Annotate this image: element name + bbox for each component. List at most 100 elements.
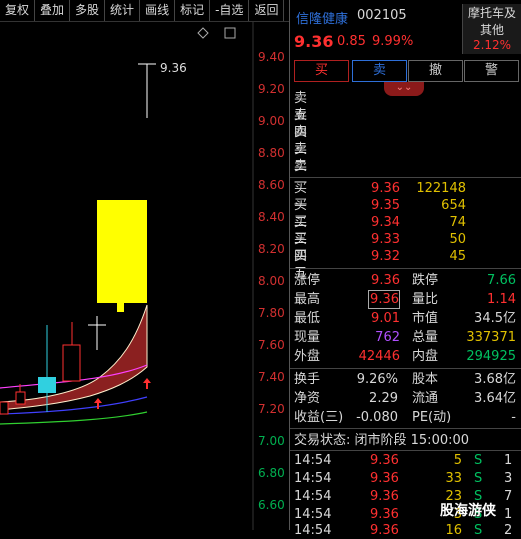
y-axis-label: 7.20 [258, 402, 285, 416]
y-axis-label: 9.00 [258, 114, 285, 128]
kline-chart[interactable]: 9.36 9.40 9.20 9.00 8.80 8.60 8.40 8.20 8.00 7.8… [0, 22, 289, 530]
tick-count: 7 [504, 489, 513, 504]
tick-count: 1 [504, 453, 513, 468]
divider [290, 268, 521, 269]
alert-button[interactable]: 警 [464, 60, 519, 82]
order-volume: 74 [449, 215, 466, 230]
watermark: 股海游侠 [440, 503, 496, 519]
market-cap-value: 34.5亿 [474, 311, 516, 326]
y-axis-label: 9.20 [258, 82, 285, 96]
kline-canvas [0, 22, 254, 530]
toolbar-button-draw[interactable]: 画线 [140, 0, 176, 21]
y-axis-label: 7.60 [258, 338, 285, 352]
y-axis-label: 8.60 [258, 178, 285, 192]
y-axis-label: 8.00 [258, 274, 285, 288]
tick-side: S [474, 471, 483, 486]
tick-time: 14:54 [294, 453, 332, 468]
tick-price: 9.36 [370, 453, 399, 468]
candle [0, 401, 9, 415]
divider [290, 428, 521, 429]
stat-label: 内盘 [412, 349, 439, 364]
volume-ratio-value: 1.14 [487, 292, 516, 307]
tick-count: 3 [504, 471, 513, 486]
stat-label: 量比 [412, 292, 439, 307]
order-volume: 45 [449, 249, 466, 264]
stat-label: 净资 [294, 391, 321, 406]
toolbar-button-fuquan[interactable]: 复权 [0, 0, 36, 21]
divider [290, 177, 521, 178]
y-axis-label: 8.40 [258, 210, 285, 224]
buy-button[interactable]: 买 [294, 60, 349, 82]
y-axis-label: 7.00 [258, 434, 285, 448]
chart-toolbar: 复权 叠加 多股 统计 画线 标记 -自选 返回 [0, 0, 289, 22]
tick-time: 14:54 [294, 507, 332, 522]
trade-status: 交易状态: 闭市阶段 15:00:00 [294, 433, 470, 448]
stat-label: 涨停 [294, 273, 321, 288]
current-price: 9.36 [294, 32, 334, 51]
order-price: 9.32 [371, 249, 400, 264]
diamond-icon [197, 27, 209, 39]
sector-name-line1: 摩托车及 [467, 6, 516, 20]
tick-price: 9.36 [370, 489, 399, 504]
stat-label: 换手 [294, 372, 321, 387]
tick-price: 9.36 [370, 523, 399, 538]
order-price: 9.33 [371, 232, 400, 247]
low-value: 9.01 [371, 311, 400, 326]
stock-name[interactable]: 信隆健康 [296, 8, 348, 27]
sell-button[interactable]: 卖 [352, 60, 407, 82]
divider [290, 368, 521, 369]
tick-side: S [474, 523, 483, 538]
sector-name-line2: 其他 [479, 23, 504, 37]
limit-up-value: 9.36 [371, 273, 400, 288]
order-volume: 50 [449, 232, 466, 247]
square-icon [224, 27, 236, 39]
toolbar-button-back[interactable]: 返回 [249, 0, 285, 21]
pe-value: - [511, 410, 516, 425]
y-axis-label: 7.40 [258, 370, 285, 384]
candle [62, 344, 81, 382]
y-axis-label: 9.40 [258, 50, 285, 64]
candle-tail [117, 303, 124, 312]
tick-time: 14:54 [294, 523, 332, 538]
stat-label: 现量 [294, 330, 321, 345]
limit-down-value: 7.66 [487, 273, 516, 288]
order-price: 9.35 [371, 198, 400, 213]
toolbar-button-stats[interactable]: 统计 [105, 0, 141, 21]
stat-label: 最低 [294, 311, 321, 326]
tick-row: 14:54 9.36 33 S 3 [294, 470, 519, 487]
up-arrow-icon [143, 378, 151, 389]
stat-label: 股本 [412, 372, 439, 387]
stat-label: 收益(三) [294, 410, 344, 425]
sector-change-percent: 2.12% [472, 38, 512, 52]
inner-volume-value: 294925 [466, 349, 516, 364]
toolbar-button-overlay[interactable]: 叠加 [35, 0, 71, 21]
tick-count: 2 [504, 523, 513, 538]
stat-label: 流通 [412, 391, 439, 406]
tick-price: 9.36 [370, 471, 399, 486]
tick-volume: 5 [453, 453, 462, 468]
toolbar-button-unwatch[interactable]: -自选 [210, 0, 250, 21]
tick-volume: 16 [445, 523, 462, 538]
high-value: 9.36 [368, 290, 400, 309]
stat-label: 外盘 [294, 349, 321, 364]
eps-value: -0.080 [356, 410, 398, 425]
sector-badge[interactable]: 摩托车及 其他 2.12% [462, 4, 521, 54]
ma-line-green [0, 411, 148, 425]
price-change-percent: 9.99% [372, 34, 414, 49]
order-price: 9.36 [371, 181, 400, 196]
y-axis-label: 6.80 [258, 466, 285, 480]
candle-limit-up [97, 200, 147, 303]
stock-code: 002105 [357, 8, 407, 23]
candle [15, 391, 26, 405]
order-volume: 654 [441, 198, 466, 213]
price-change: 0.85 [337, 34, 366, 49]
toolbar-button-mark[interactable]: 标记 [175, 0, 211, 21]
collapse-chevron-icon[interactable]: ⌄⌄ [384, 82, 424, 96]
y-axis-label: 6.60 [258, 498, 285, 512]
tick-price: 9.36 [370, 507, 399, 522]
current-volume-value: 762 [375, 330, 400, 345]
cancel-button[interactable]: 撤 [408, 60, 463, 82]
high-price-annotation: 9.36 [160, 61, 187, 75]
toolbar-button-multi[interactable]: 多股 [70, 0, 106, 21]
tick-row: 14:54 9.36 5 S 1 [294, 452, 519, 469]
